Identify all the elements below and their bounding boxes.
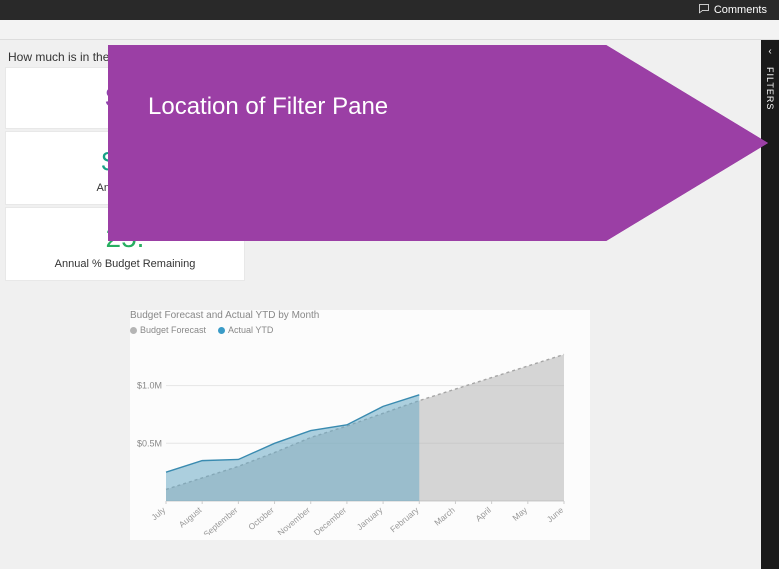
report-canvas: How much is in the b $1. $30 Annual Bud …: [0, 40, 761, 569]
filters-pane-label: FILTERS: [765, 67, 775, 110]
kpi-label: Annual % Budget Remaining: [14, 258, 236, 270]
svg-text:September: September: [201, 505, 239, 535]
app-topbar: Comments: [0, 0, 779, 20]
legend-dot-budget: [130, 327, 137, 334]
area-chart-visual[interactable]: Budget Forecast and Actual YTD by Month …: [130, 310, 590, 540]
legend-value: $0.5M: [496, 160, 524, 171]
legend-value: $0.5M: [484, 193, 512, 204]
chart-title: Budget Forecast and Actual YTD by Month: [130, 310, 590, 321]
legend-value: $0.5M: [496, 147, 524, 158]
svg-text:April: April: [473, 505, 493, 524]
svg-text:November: November: [276, 505, 313, 535]
swatch-blue: [484, 162, 492, 170]
callout-text: Location of Filter Pane: [148, 93, 388, 121]
kpi-card-budget[interactable]: $30 Annual Bud: [6, 132, 244, 204]
question-text: How much is in the b: [6, 46, 761, 68]
filters-pane-collapsed[interactable]: ‹ FILTERS: [761, 40, 779, 569]
area-chart-svg: $0.5M $1.0M July AugustSeptember OctoberNove…: [130, 345, 570, 535]
swatch-grey: [484, 149, 492, 157]
svg-text:March: March: [432, 505, 457, 528]
svg-text:October: October: [246, 505, 276, 532]
comments-label[interactable]: Comments: [714, 4, 767, 16]
kpi-value: $30: [14, 146, 236, 178]
kpi-label: Annual Bud: [14, 182, 236, 194]
svg-text:$1.0M: $1.0M: [137, 381, 162, 391]
ribbon-bar: [0, 20, 779, 40]
svg-text:May: May: [510, 504, 529, 522]
svg-text:$0.5M: $0.5M: [137, 438, 162, 448]
svg-text:July: July: [149, 504, 168, 522]
legend-dot-actual: [218, 327, 225, 334]
svg-text:January: January: [355, 504, 385, 532]
kpi-card-pct[interactable]: 25. Annual % Budget Remaining: [6, 208, 244, 280]
svg-text:June: June: [545, 505, 566, 525]
chart-legend: Budget Forecast Actual YTD: [130, 325, 590, 335]
donut-chart-legend: $0.4M $0.5M $0.5M $0.5M: [484, 132, 524, 206]
legend-label: Budget Forecast: [140, 325, 206, 335]
legend-value: $0.4M: [484, 134, 512, 145]
svg-text:August: August: [177, 504, 204, 529]
chevron-left-icon: ‹: [768, 46, 771, 57]
legend-label: Actual YTD: [228, 325, 273, 335]
svg-text:February: February: [388, 504, 421, 534]
comments-icon[interactable]: [698, 3, 710, 18]
kpi-value: 25.: [14, 222, 236, 254]
report-page: How much is in the b $1. $30 Annual Bud …: [0, 40, 779, 569]
svg-text:December: December: [312, 505, 349, 535]
